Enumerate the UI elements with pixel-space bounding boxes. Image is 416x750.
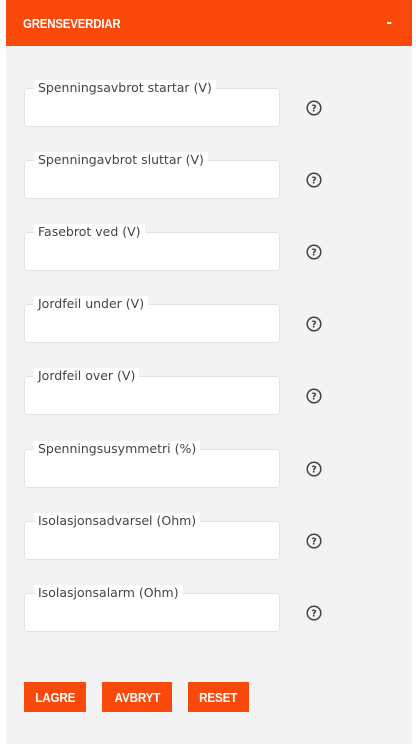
svg-text:?: ? xyxy=(311,175,317,186)
field-label: Jordfeil over (V) xyxy=(34,368,140,383)
cancel-button-label: AVBRYT xyxy=(114,689,160,705)
svg-text:?: ? xyxy=(311,608,317,619)
help-circle-icon[interactable]: ? xyxy=(306,388,322,404)
cancel-button[interactable]: AVBRYT xyxy=(102,682,172,712)
field-row-voltage-interrupt-start: Spenningsavbrot startar (V) ? xyxy=(24,80,404,140)
action-buttons: LAGRE AVBRYT RESET xyxy=(24,682,249,712)
field-label: Spenningavbrot sluttar (V) xyxy=(34,152,208,167)
svg-text:?: ? xyxy=(311,536,317,547)
svg-text:?: ? xyxy=(311,319,317,330)
field-row-earth-fault-over: Jordfeil over (V) ? xyxy=(24,368,404,428)
svg-text:?: ? xyxy=(311,391,317,402)
panel-title: GRENSEVERDIAR xyxy=(23,15,121,31)
field-label: Isolasjonsadvarsel (Ohm) xyxy=(34,513,201,528)
save-button-label: LAGRE xyxy=(34,689,76,705)
svg-text:?: ? xyxy=(311,464,317,475)
field-row-earth-fault-under: Jordfeil under (V) ? xyxy=(24,296,404,356)
panel-header[interactable]: GRENSEVERDIAR - xyxy=(6,0,412,46)
save-button[interactable]: LAGRE xyxy=(24,682,86,712)
field-row-insulation-alarm: Isolasjonsalarm (Ohm) ? xyxy=(24,585,404,645)
help-circle-icon[interactable]: ? xyxy=(306,533,322,549)
collapse-toggle[interactable]: - xyxy=(386,16,392,30)
help-circle-icon[interactable]: ? xyxy=(306,461,322,477)
reset-button-label: RESET xyxy=(199,689,238,705)
svg-text:?: ? xyxy=(311,103,317,114)
field-row-phase-break: Fasebrot ved (V) ? xyxy=(24,224,404,284)
field-label: Jordfeil under (V) xyxy=(34,296,149,311)
field-label: Spenningsavbrot startar (V) xyxy=(34,80,216,95)
field-row-voltage-asymmetry: Spenningsusymmetri (%) ? xyxy=(24,441,404,501)
field-label: Fasebrot ved (V) xyxy=(34,224,145,239)
help-circle-icon[interactable]: ? xyxy=(306,100,322,116)
help-circle-icon[interactable]: ? xyxy=(306,244,322,260)
help-circle-icon[interactable]: ? xyxy=(306,316,322,332)
field-row-voltage-interrupt-end: Spenningavbrot sluttar (V) ? xyxy=(24,152,404,212)
svg-text:?: ? xyxy=(311,247,317,258)
field-row-insulation-warning: Isolasjonsadvarsel (Ohm) ? xyxy=(24,513,404,573)
limits-panel: GRENSEVERDIAR - Spenningsavbrot startar … xyxy=(6,0,412,744)
field-label: Isolasjonsalarm (Ohm) xyxy=(34,585,183,600)
help-circle-icon[interactable]: ? xyxy=(306,172,322,188)
help-circle-icon[interactable]: ? xyxy=(306,605,322,621)
field-label: Spenningsusymmetri (%) xyxy=(34,441,201,456)
reset-button[interactable]: RESET xyxy=(188,682,249,712)
